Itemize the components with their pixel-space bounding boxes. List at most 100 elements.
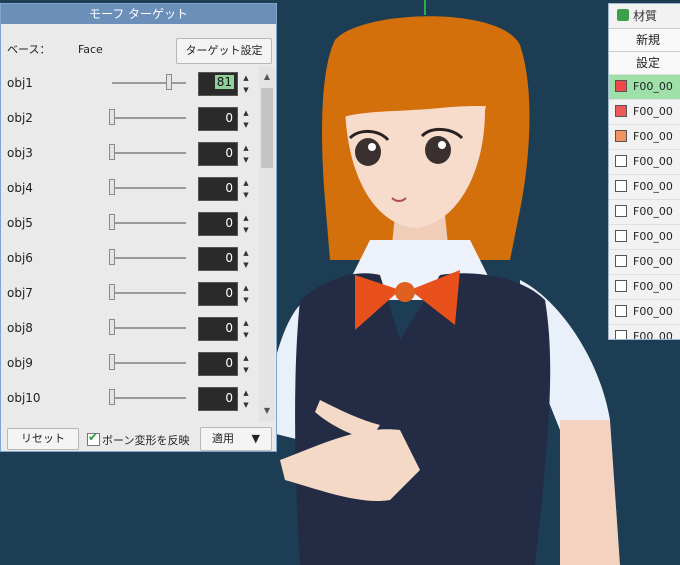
morph-slider-thumb[interactable]: [109, 144, 115, 160]
material-item[interactable]: F00_00: [609, 199, 680, 224]
morph-value-input[interactable]: 0: [198, 212, 238, 236]
spin-down-icon[interactable]: ▼: [239, 294, 253, 306]
morph-slider-track[interactable]: [112, 257, 186, 259]
material-color-swatch[interactable]: [615, 180, 627, 192]
material-item[interactable]: F00_00: [609, 324, 680, 339]
bone-deform-checkbox[interactable]: ボーン変形を反映: [87, 430, 189, 448]
morph-slider-track[interactable]: [112, 362, 186, 364]
morph-slider-thumb[interactable]: [109, 249, 115, 265]
spin-up-icon[interactable]: ▲: [239, 387, 253, 399]
morph-value-input[interactable]: 0: [198, 142, 238, 166]
new-material-button[interactable]: 新規: [609, 28, 680, 51]
morph-slider-thumb[interactable]: [109, 354, 115, 370]
spin-up-icon[interactable]: ▲: [239, 352, 253, 364]
material-settings-button[interactable]: 設定: [609, 51, 680, 74]
morph-value-input[interactable]: 0: [198, 387, 238, 411]
material-item-label: F00_00: [633, 205, 673, 218]
material-color-swatch[interactable]: [615, 205, 627, 217]
morph-spinner[interactable]: ▲ ▼: [239, 212, 253, 236]
spin-up-icon[interactable]: ▲: [239, 142, 253, 154]
morph-spinner[interactable]: ▲ ▼: [239, 142, 253, 166]
target-settings-button[interactable]: ターゲット設定: [176, 38, 272, 64]
morph-slider-thumb[interactable]: [109, 319, 115, 335]
spin-down-icon[interactable]: ▼: [239, 119, 253, 131]
morph-value-input[interactable]: 0: [198, 317, 238, 341]
morph-slider-track[interactable]: [112, 397, 186, 399]
spin-down-icon[interactable]: ▼: [239, 329, 253, 341]
spin-up-icon[interactable]: ▲: [239, 282, 253, 294]
morph-slider-track[interactable]: [112, 117, 186, 119]
material-item[interactable]: F00_00: [609, 299, 680, 324]
morph-spinner[interactable]: ▲ ▼: [239, 107, 253, 131]
morph-slider-thumb[interactable]: [166, 74, 172, 90]
morph-spinner[interactable]: ▲ ▼: [239, 247, 253, 271]
spin-down-icon[interactable]: ▼: [239, 189, 253, 201]
morph-spinner[interactable]: ▲ ▼: [239, 387, 253, 411]
spin-down-icon[interactable]: ▼: [239, 84, 253, 96]
morph-value-input[interactable]: 81: [198, 72, 238, 96]
morph-slider-track[interactable]: [112, 292, 186, 294]
material-color-swatch[interactable]: [615, 155, 627, 167]
spin-down-icon[interactable]: ▼: [239, 399, 253, 411]
scroll-thumb[interactable]: [261, 88, 273, 168]
spin-down-icon[interactable]: ▼: [239, 224, 253, 236]
spin-down-icon[interactable]: ▼: [239, 154, 253, 166]
morph-slider-track[interactable]: [112, 327, 186, 329]
reset-button[interactable]: リセット: [7, 428, 79, 450]
morph-spinner[interactable]: ▲ ▼: [239, 352, 253, 376]
morph-spinner[interactable]: ▲ ▼: [239, 177, 253, 201]
morph-value-input[interactable]: 0: [198, 352, 238, 376]
material-color-swatch[interactable]: [615, 80, 627, 92]
morph-spinner[interactable]: ▲ ▼: [239, 282, 253, 306]
morph-value-input[interactable]: 0: [198, 107, 238, 131]
morph-value: 0: [225, 321, 233, 335]
morph-value-input[interactable]: 0: [198, 282, 238, 306]
panel-title[interactable]: モーフ ターゲット: [1, 4, 276, 24]
checkbox-checked-icon[interactable]: [87, 430, 100, 446]
material-color-swatch[interactable]: [615, 105, 627, 117]
morph-value-input[interactable]: 0: [198, 177, 238, 201]
material-color-swatch[interactable]: [615, 330, 627, 339]
dropdown-arrow-icon[interactable]: ▼: [252, 432, 260, 445]
material-color-swatch[interactable]: [615, 230, 627, 242]
material-color-swatch[interactable]: [615, 130, 627, 142]
material-item[interactable]: F00_00: [609, 224, 680, 249]
morph-row: obj3 0 ▲ ▼: [1, 136, 259, 171]
morph-row-label: obj2: [7, 111, 33, 125]
morph-slider-thumb[interactable]: [109, 389, 115, 405]
morph-spinner[interactable]: ▲ ▼: [239, 317, 253, 341]
morph-value-input[interactable]: 0: [198, 247, 238, 271]
morph-slider-thumb[interactable]: [109, 284, 115, 300]
material-item[interactable]: F00_00: [609, 249, 680, 274]
material-title[interactable]: 材質: [609, 4, 680, 28]
material-item[interactable]: F00_00: [609, 74, 680, 99]
material-item[interactable]: F00_00: [609, 99, 680, 124]
morph-slider-track[interactable]: [112, 187, 186, 189]
spin-up-icon[interactable]: ▲: [239, 212, 253, 224]
spin-down-icon[interactable]: ▼: [239, 259, 253, 271]
morph-spinner[interactable]: ▲ ▼: [239, 72, 253, 96]
material-item[interactable]: F00_00: [609, 124, 680, 149]
spin-up-icon[interactable]: ▲: [239, 107, 253, 119]
spin-down-icon[interactable]: ▼: [239, 364, 253, 376]
material-color-swatch[interactable]: [615, 255, 627, 267]
spin-up-icon[interactable]: ▲: [239, 317, 253, 329]
morph-slider-track[interactable]: [112, 222, 186, 224]
morph-slider-track[interactable]: [112, 152, 186, 154]
morph-slider-thumb[interactable]: [109, 179, 115, 195]
spin-up-icon[interactable]: ▲: [239, 247, 253, 259]
material-color-swatch[interactable]: [615, 305, 627, 317]
morph-slider-track[interactable]: [112, 82, 186, 84]
scroll-up-icon[interactable]: ▲: [259, 70, 275, 84]
spin-up-icon[interactable]: ▲: [239, 72, 253, 84]
morph-list-scrollbar[interactable]: ▲ ▼: [259, 66, 275, 422]
morph-slider-thumb[interactable]: [109, 109, 115, 125]
material-item[interactable]: F00_00: [609, 149, 680, 174]
material-item[interactable]: F00_00: [609, 274, 680, 299]
material-color-swatch[interactable]: [615, 280, 627, 292]
morph-slider-thumb[interactable]: [109, 214, 115, 230]
spin-up-icon[interactable]: ▲: [239, 177, 253, 189]
material-item[interactable]: F00_00: [609, 174, 680, 199]
apply-button[interactable]: 適用 ▼: [200, 427, 272, 451]
scroll-down-icon[interactable]: ▼: [259, 404, 275, 418]
